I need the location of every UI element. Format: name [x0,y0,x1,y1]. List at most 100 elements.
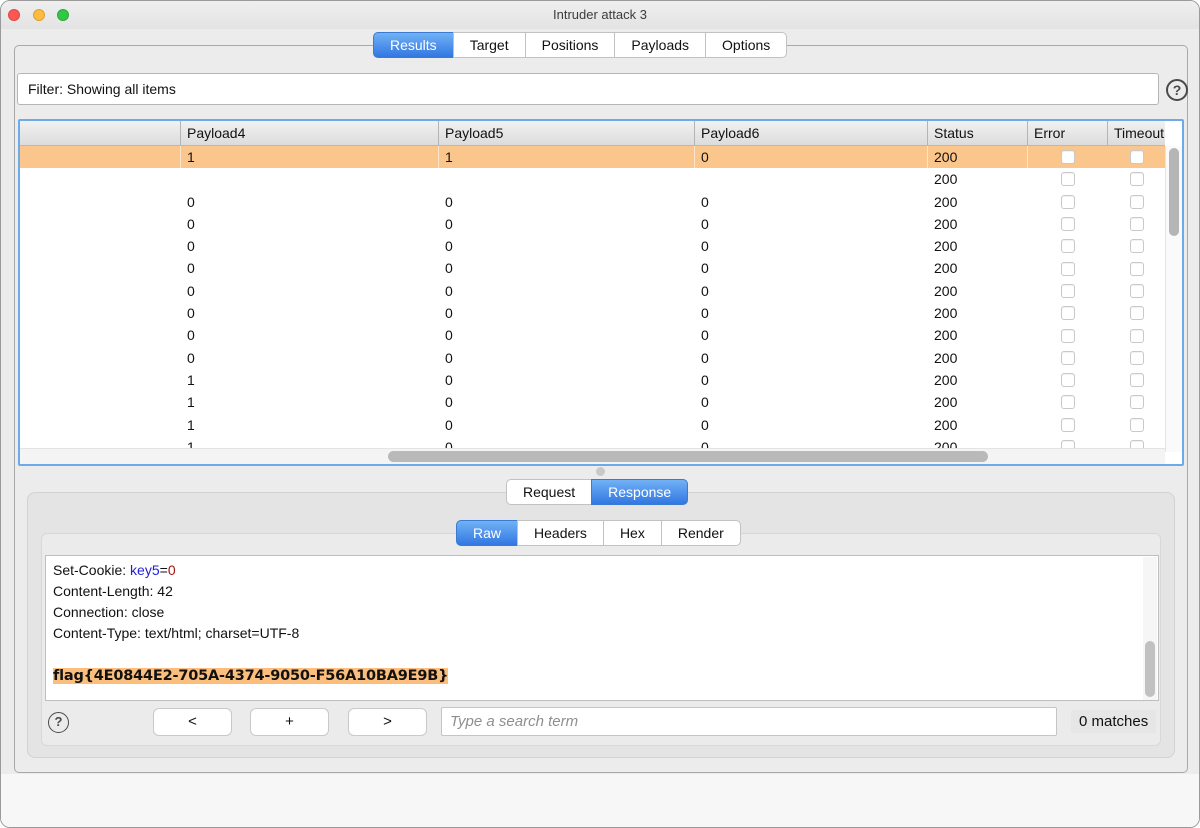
window-title: Intruder attack 3 [553,7,647,22]
table-cell: 0 [701,215,709,232]
timeout-checkbox[interactable] [1129,328,1144,343]
tab-positions[interactable]: Positions [524,32,616,58]
column-header-error[interactable]: Error [1028,121,1108,145]
table-cell [1028,369,1108,391]
column-header-payload6[interactable]: Payload6 [695,121,928,145]
timeout-checkbox[interactable] [1129,150,1144,165]
timeout-checkbox[interactable] [1129,373,1144,388]
table-cell [20,347,181,369]
table-row[interactable]: 0 0 0 200 [20,279,1165,303]
table-row[interactable]: 1 1 0 200 [20,146,1165,169]
tab-response[interactable]: Response [591,479,689,505]
table-cell: 200 [934,215,958,232]
table-cell [1108,302,1165,324]
table-vertical-scrollbar[interactable] [1165,146,1182,452]
message-tab-bar: Request Response [506,479,689,505]
timeout-checkbox[interactable] [1129,194,1144,209]
table-row[interactable]: 1 0 0 200 [20,391,1165,414]
tab-render[interactable]: Render [660,520,741,546]
table-row[interactable]: 200 [20,168,1165,191]
error-checkbox[interactable] [1061,417,1075,432]
tab-headers[interactable]: Headers [517,520,604,546]
error-checkbox[interactable] [1061,306,1075,321]
tab-payloads[interactable]: Payloads [614,32,707,58]
table-cell: 0 [701,260,709,277]
filter-bar[interactable]: Filter: Showing all items [17,73,1159,105]
error-checkbox[interactable] [1061,239,1075,254]
search-help-icon[interactable]: ? [48,712,69,733]
table-cell [1028,257,1108,279]
timeout-checkbox[interactable] [1129,283,1144,298]
error-checkbox[interactable] [1061,172,1075,187]
table-cell: 0 [187,327,195,344]
table-cell [20,391,181,413]
table-vertical-scrollbar-thumb[interactable] [1169,148,1179,236]
table-cell [1108,191,1165,213]
tab-target[interactable]: Target [452,32,526,58]
table-row[interactable]: 0 0 0 200 [20,302,1165,325]
error-checkbox[interactable] [1061,261,1075,276]
timeout-checkbox[interactable] [1129,350,1144,365]
table-cell: 1 [187,438,195,448]
timeout-checkbox[interactable] [1129,417,1144,432]
table-row[interactable]: 0 0 0 200 [20,324,1165,347]
add-search-term-button[interactable]: + [250,708,329,736]
table-row[interactable]: 1 0 0 200 [20,435,1165,448]
table-cell: 0 [187,305,195,322]
timeout-checkbox[interactable] [1129,239,1144,254]
table-cell: 200 [934,193,958,210]
table-row[interactable]: 1 0 0 200 [20,368,1165,392]
column-header-blank[interactable] [20,121,181,145]
response-vertical-scrollbar-thumb[interactable] [1145,641,1155,697]
error-checkbox[interactable] [1061,283,1075,298]
splitter-handle[interactable] [596,467,605,476]
tab-results[interactable]: Results [373,32,454,58]
error-checkbox[interactable] [1061,328,1075,343]
table-cell [20,436,181,448]
table-cell [20,369,181,391]
help-icon[interactable]: ? [1166,79,1188,101]
timeout-checkbox[interactable] [1129,261,1144,276]
column-header-payload4[interactable]: Payload4 [181,121,439,145]
tab-options[interactable]: Options [705,32,788,58]
error-checkbox[interactable] [1061,194,1075,209]
error-checkbox[interactable] [1061,217,1075,232]
timeout-checkbox[interactable] [1129,395,1144,410]
error-checkbox[interactable] [1061,150,1075,165]
previous-match-button[interactable]: < [153,708,232,736]
table-row[interactable]: 0 0 0 200 [20,346,1165,369]
next-match-button[interactable]: > [348,708,427,736]
table-cell: 0 [701,282,709,299]
error-checkbox[interactable] [1061,373,1075,388]
column-header-status[interactable]: Status [928,121,1028,145]
results-table[interactable]: Payload4 Payload5 Payload6 Status Error … [18,119,1184,466]
response-viewer[interactable]: Set-Cookie: key5=0 Content-Length: 42 Conn… [45,555,1159,701]
tab-raw[interactable]: Raw [456,520,519,546]
column-header-payload5[interactable]: Payload5 [439,121,695,145]
table-row[interactable]: 1 0 0 200 [20,413,1165,436]
tab-hex[interactable]: Hex [602,520,662,546]
search-input[interactable] [441,707,1057,736]
timeout-checkbox[interactable] [1129,440,1144,448]
table-cell: 1 [187,394,195,411]
table-cell [1108,146,1165,168]
title-bar[interactable]: Intruder attack 3 [1,1,1199,29]
table-cell: 200 [934,238,958,255]
table-row[interactable]: 0 0 0 200 [20,257,1165,280]
timeout-checkbox[interactable] [1129,306,1144,321]
table-row[interactable]: 0 0 0 200 [20,235,1165,258]
table-row[interactable]: 0 0 0 200 [20,212,1165,236]
tab-request[interactable]: Request [506,479,593,505]
table-cell [20,191,181,213]
response-vertical-scrollbar[interactable] [1143,557,1157,700]
error-checkbox[interactable] [1061,440,1075,448]
table-horizontal-scrollbar[interactable] [20,448,1165,464]
timeout-checkbox[interactable] [1129,217,1144,232]
error-checkbox[interactable] [1061,395,1075,410]
table-horizontal-scrollbar-thumb[interactable] [388,451,988,462]
table-row[interactable]: 0 0 0 200 [20,190,1165,213]
column-header-timeout[interactable]: Timeout [1108,121,1165,145]
timeout-checkbox[interactable] [1129,172,1144,187]
table-cell: 1 [181,146,439,169]
error-checkbox[interactable] [1061,350,1075,365]
